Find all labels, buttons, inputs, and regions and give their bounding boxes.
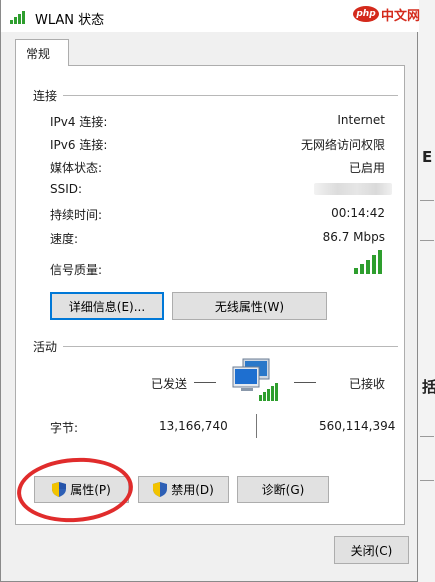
- section-divider: [63, 95, 398, 96]
- watermark-text: 中文网: [381, 9, 421, 24]
- sent-label: 已发送: [151, 377, 188, 391]
- uac-shield-icon: [153, 482, 168, 497]
- received-line: [294, 382, 316, 383]
- window-title: WLAN 状态: [35, 13, 105, 28]
- signal-quality-bars-icon: [354, 250, 382, 274]
- wireless-properties-button[interactable]: 无线属性(W): [172, 292, 327, 320]
- sent-line: [194, 382, 216, 383]
- activity-section-title: 活动: [33, 340, 58, 354]
- tab-general[interactable]: 常规: [15, 39, 69, 66]
- watermark-logo: php: [353, 6, 379, 22]
- background-text-fragment: 括: [422, 378, 435, 396]
- bytes-sent-value: 13,166,740: [159, 419, 228, 433]
- section-divider: [63, 346, 398, 347]
- background-divider: [420, 436, 434, 437]
- disable-button[interactable]: 禁用(D): [138, 476, 229, 503]
- close-button[interactable]: 关闭(C): [334, 536, 409, 564]
- bytes-label: 字节:: [50, 421, 79, 435]
- bytes-received-value: 560,114,394: [319, 419, 396, 433]
- media-state-value: 已启用: [348, 161, 385, 175]
- ipv6-value: 无网络访问权限: [300, 138, 385, 152]
- ipv6-label: IPv6 连接:: [50, 138, 108, 152]
- duration-value: 00:14:42: [331, 206, 385, 220]
- speed-label: 速度:: [50, 232, 79, 246]
- network-computers-icon: [232, 358, 278, 401]
- background-divider: [420, 200, 434, 201]
- connection-section-title: 连接: [33, 89, 58, 103]
- disable-button-label: 禁用(D): [171, 483, 214, 497]
- bytes-divider: [256, 414, 257, 438]
- background-divider: [420, 240, 434, 241]
- details-button[interactable]: 详细信息(E)...: [50, 292, 164, 320]
- ssid-value-redacted: [314, 183, 392, 195]
- diagnose-button[interactable]: 诊断(G): [237, 476, 329, 503]
- media-state-label: 媒体状态:: [50, 161, 103, 175]
- ipv4-value: Internet: [337, 113, 385, 127]
- signal-quality-label: 信号质量:: [50, 263, 103, 277]
- ssid-label: SSID:: [50, 182, 83, 196]
- ipv4-label: IPv4 连接:: [50, 115, 108, 129]
- background-divider: [420, 480, 434, 481]
- background-text-fragment: E: [422, 148, 433, 166]
- duration-label: 持续时间:: [50, 208, 103, 222]
- wifi-signal-icon: [10, 11, 25, 24]
- background-window: E 括: [417, 0, 435, 582]
- speed-value: 86.7 Mbps: [322, 230, 385, 244]
- received-label: 已接收: [349, 377, 386, 391]
- watermark: php 中文网: [353, 6, 423, 26]
